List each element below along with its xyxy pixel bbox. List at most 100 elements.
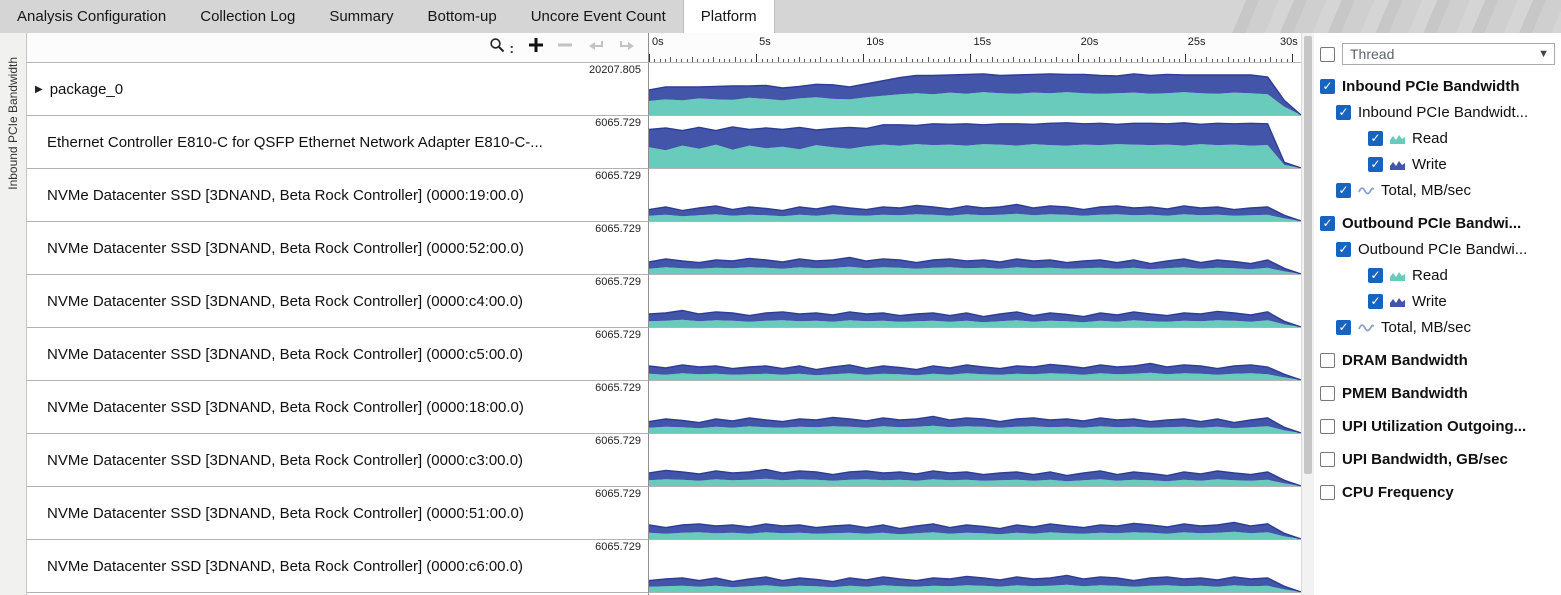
ruler-tick <box>1265 59 1266 62</box>
unchecked-checkbox[interactable] <box>1320 419 1335 434</box>
row-chart[interactable] <box>648 540 1301 593</box>
row-label-cell[interactable]: 6065.729NVMe Datacenter SSD [3DNAND, Bet… <box>27 328 648 381</box>
checked-checkbox[interactable] <box>1368 294 1383 309</box>
checked-checkbox[interactable] <box>1320 79 1335 94</box>
unchecked-checkbox[interactable] <box>1320 386 1335 401</box>
row-label-cell[interactable]: 6065.729NVMe Datacenter SSD [3DNAND, Bet… <box>27 540 648 593</box>
row-chart[interactable] <box>648 169 1301 222</box>
ruler-tick <box>745 59 746 62</box>
ruler-tick <box>692 57 693 62</box>
metric-item-write[interactable]: Write <box>1320 288 1557 314</box>
unchecked-checkbox[interactable] <box>1320 353 1335 368</box>
metric-item-pmem-bandwidth[interactable]: PMEM Bandwidth <box>1320 380 1557 406</box>
ruler-tick <box>842 57 843 62</box>
checked-checkbox[interactable] <box>1320 216 1335 231</box>
row-chart[interactable] <box>648 116 1301 169</box>
ruler-tick <box>1260 59 1261 62</box>
row-chart[interactable] <box>648 434 1301 487</box>
metric-item-read[interactable]: Read <box>1320 125 1557 151</box>
metric-item-outbound-pcie-bandwi[interactable]: Outbound PCIe Bandwi... <box>1320 210 1557 236</box>
row-name: NVMe Datacenter SSD [3DNAND, Beta Rock C… <box>27 434 648 486</box>
ruler-tick <box>762 59 763 62</box>
metric-item-outbound-pcie-bandwi[interactable]: Outbound PCIe Bandwi... <box>1320 236 1557 262</box>
metric-item-inbound-pcie-bandwidth[interactable]: Inbound PCIe Bandwidth <box>1320 73 1557 99</box>
row-max-value: 6065.729 <box>595 223 641 235</box>
metric-item-upi-utilization-outgoing[interactable]: UPI Utilization Outgoing... <box>1320 413 1557 439</box>
tab-platform[interactable]: Platform <box>683 0 775 33</box>
checked-checkbox[interactable] <box>1336 105 1351 120</box>
ruler-tick <box>804 59 805 62</box>
unchecked-checkbox[interactable] <box>1320 452 1335 467</box>
row-chart[interactable] <box>648 275 1301 328</box>
ruler-tick <box>874 59 875 62</box>
row-chart[interactable] <box>648 222 1301 275</box>
timeline-row: 6065.729NVMe Datacenter SSD [3DNAND, Bet… <box>27 381 1301 434</box>
ruler-tick <box>1115 59 1116 62</box>
metric-label: Write <box>1412 156 1447 173</box>
metric-item-inbound-pcie-bandwidt[interactable]: Inbound PCIe Bandwidt... <box>1320 99 1557 125</box>
checked-checkbox[interactable] <box>1368 157 1383 172</box>
write-area-icon <box>1390 159 1405 170</box>
timeline-row: 6065.729NVMe Datacenter SSD [3DNAND, Bet… <box>27 540 1301 593</box>
row-label-cell[interactable]: 6065.729NVMe Datacenter SSD [3DNAND, Bet… <box>27 487 648 540</box>
tab-uncore-event-count[interactable]: Uncore Event Count <box>514 0 683 33</box>
ruler-tick <box>1078 54 1079 62</box>
metric-item-total-mb-sec[interactable]: Total, MB/sec <box>1320 177 1557 203</box>
zoom-undo-icon[interactable] <box>587 38 604 58</box>
metric-item-upi-bandwidth-gb-sec[interactable]: UPI Bandwidth, GB/sec <box>1320 446 1557 472</box>
ruler-tick <box>1147 59 1148 62</box>
unchecked-checkbox[interactable] <box>1320 485 1335 500</box>
ruler-tick <box>997 59 998 62</box>
search-icon[interactable] <box>489 37 505 58</box>
timeline-row: 6065.729NVMe Datacenter SSD [3DNAND, Bet… <box>27 328 1301 381</box>
row-chart[interactable] <box>648 328 1301 381</box>
zoom-out-icon[interactable] <box>558 38 572 57</box>
tab-analysis-configuration[interactable]: Analysis Configuration <box>0 0 183 33</box>
banner-pattern <box>1231 0 1561 33</box>
metric-item-total-mb-sec[interactable]: Total, MB/sec <box>1320 314 1557 340</box>
row-label-cell[interactable]: 20207.805▶package_0 <box>27 63 648 116</box>
checked-checkbox[interactable] <box>1368 268 1383 283</box>
checked-checkbox[interactable] <box>1336 320 1351 335</box>
row-label-cell[interactable]: 6065.729NVMe Datacenter SSD [3DNAND, Bet… <box>27 434 648 487</box>
tab-summary[interactable]: Summary <box>312 0 410 33</box>
ruler-label: 10s <box>866 36 884 48</box>
expand-arrow-icon[interactable]: ▶ <box>35 84 43 95</box>
row-label-cell[interactable]: 6065.729NVMe Datacenter SSD [3DNAND, Bet… <box>27 222 648 275</box>
ruler-tick <box>794 59 795 62</box>
row-chart[interactable] <box>648 381 1301 434</box>
ruler-tick <box>933 59 934 62</box>
thread-checkbox[interactable] <box>1320 47 1335 62</box>
ruler-tick <box>703 59 704 62</box>
checked-checkbox[interactable] <box>1336 242 1351 257</box>
ruler-tick <box>1174 59 1175 62</box>
ruler-tick <box>1024 59 1025 62</box>
scrollbar-thumb[interactable] <box>1304 36 1312 474</box>
zoom-in-icon[interactable] <box>529 38 543 57</box>
ruler-tick <box>970 54 971 62</box>
row-chart[interactable] <box>648 63 1301 116</box>
ruler-tick <box>960 59 961 62</box>
zoom-redo-icon[interactable] <box>619 38 636 58</box>
thread-dropdown[interactable]: Thread ▼ <box>1342 43 1555 65</box>
checked-checkbox[interactable] <box>1336 183 1351 198</box>
metric-item-read[interactable]: Read <box>1320 262 1557 288</box>
row-label-cell[interactable]: 6065.729Ethernet Controller E810-C for Q… <box>27 116 648 169</box>
timeline-ruler[interactable]: 0s5s10s15s20s25s30s <box>648 33 1301 62</box>
row-label-cell[interactable]: 6065.729NVMe Datacenter SSD [3DNAND, Bet… <box>27 169 648 222</box>
vertical-scrollbar[interactable] <box>1301 33 1314 595</box>
metric-item-dram-bandwidth[interactable]: DRAM Bandwidth <box>1320 347 1557 373</box>
row-chart[interactable] <box>648 487 1301 540</box>
tab-bottom-up[interactable]: Bottom-up <box>411 0 514 33</box>
metric-item-cpu-frequency[interactable]: CPU Frequency <box>1320 479 1557 505</box>
checked-checkbox[interactable] <box>1368 131 1383 146</box>
row-max-value: 6065.729 <box>595 382 641 394</box>
ruler-tick <box>1163 57 1164 62</box>
ruler-tick <box>1179 59 1180 62</box>
tab-collection-log[interactable]: Collection Log <box>183 0 312 33</box>
row-label-cell[interactable]: 6065.729NVMe Datacenter SSD [3DNAND, Bet… <box>27 381 648 434</box>
row-label-cell[interactable]: 6065.729NVMe Datacenter SSD [3DNAND, Bet… <box>27 275 648 328</box>
ruler-tick <box>735 57 736 62</box>
ruler-tick <box>729 59 730 62</box>
metric-item-write[interactable]: Write <box>1320 151 1557 177</box>
